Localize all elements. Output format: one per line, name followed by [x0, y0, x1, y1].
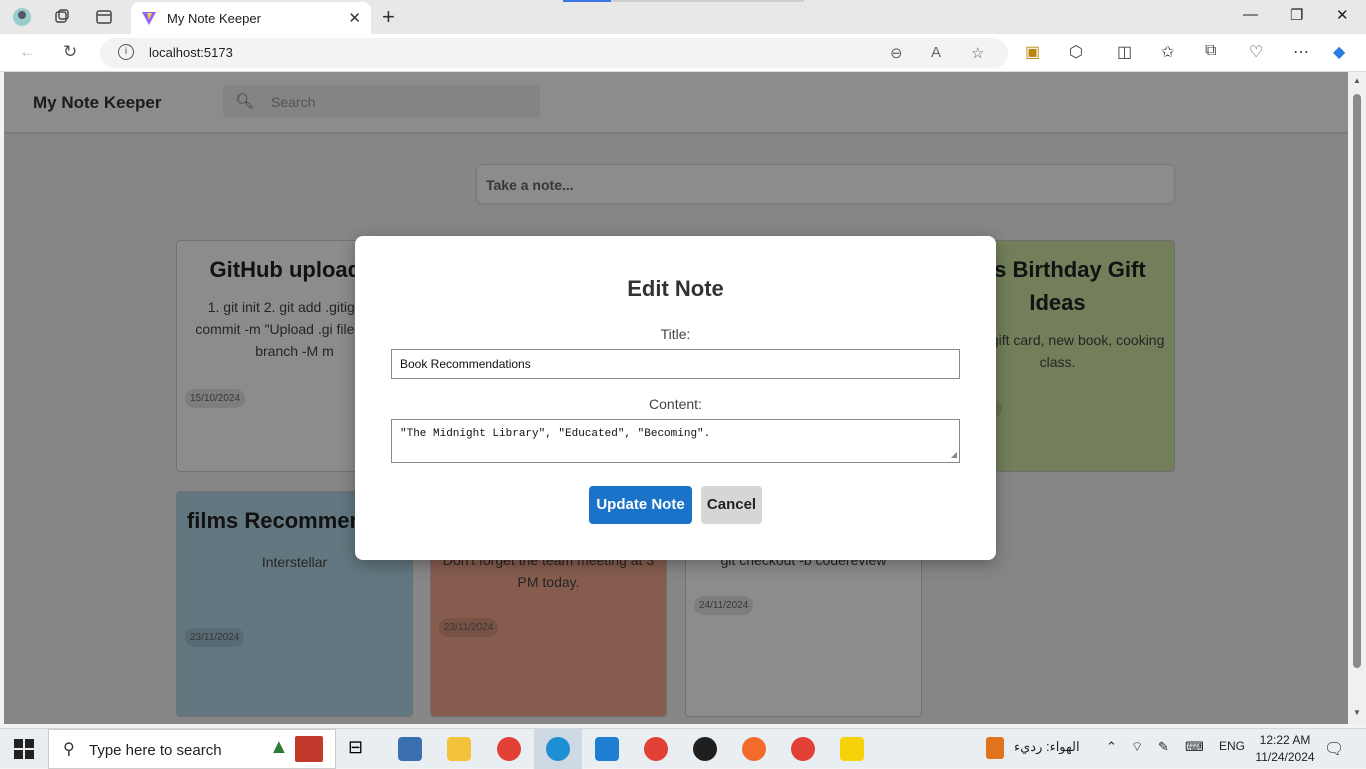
clipboard-icon[interactable]: ▣ [1025, 42, 1040, 62]
browser-titlebar: My Note Keeper ✕ + — ❐ ✕ [0, 0, 1366, 34]
start-windows-icon[interactable] [14, 739, 34, 759]
tab-actions-icon[interactable] [94, 7, 114, 27]
minimize-icon[interactable]: — [1243, 6, 1258, 23]
chrome-icon[interactable] [497, 737, 521, 761]
more-icon[interactable]: ⋯ [1293, 42, 1309, 62]
scroll-thumb[interactable] [1353, 94, 1361, 668]
workspaces-icon[interactable] [52, 7, 72, 27]
back-icon[interactable]: ← [19, 42, 36, 62]
language-indicator[interactable]: ENG [1219, 739, 1245, 753]
restore-icon[interactable]: ❐ [1290, 6, 1303, 24]
tab-close-icon[interactable]: ✕ [348, 9, 361, 27]
scroll-down-icon[interactable]: ▼ [1353, 708, 1361, 717]
modal-heading: Edit Note [627, 276, 724, 301]
tray-chevron-icon[interactable]: ⌃ [1106, 739, 1117, 755]
content-text: "The Midnight Library", "Educated", "Bec… [400, 428, 711, 440]
vscode-icon[interactable] [595, 737, 619, 761]
app-icon-1[interactable] [398, 737, 422, 761]
read-aloud-icon[interactable]: A [931, 44, 941, 61]
chrome-alt-icon[interactable] [791, 737, 815, 761]
browser-tab[interactable]: My Note Keeper ✕ [131, 2, 371, 34]
collections-icon[interactable]: ⧉ [1205, 42, 1216, 60]
windows-taskbar: ⚲ Type here to search ▲ ⊟ الهواء: رديء ⌃… [0, 728, 1366, 769]
weather-text[interactable]: الهواء: رديء [1014, 739, 1080, 755]
tab-title: My Note Keeper [167, 10, 261, 26]
new-tab-icon[interactable]: + [382, 4, 395, 30]
task-view-icon[interactable]: ⊟ [348, 737, 372, 761]
scroll-up-icon[interactable]: ▲ [1353, 76, 1361, 85]
mongodb-icon[interactable] [693, 737, 717, 761]
resize-grip-icon[interactable]: ◢ [951, 450, 957, 460]
performance-icon[interactable]: ♡ [1249, 42, 1263, 62]
copilot-icon[interactable]: ◆ [1333, 42, 1345, 62]
vite-favicon-icon [142, 12, 156, 25]
system-clock[interactable]: 12:22 AM 11/24/2024 [1250, 732, 1320, 766]
clock-time: 12:22 AM [1259, 733, 1311, 747]
site-info-icon[interactable]: i [118, 44, 134, 60]
notifications-icon[interactable]: 🗨︎ [1324, 739, 1344, 759]
clock-date: 11/24/2024 [1255, 750, 1315, 764]
tab-indicator-track [611, 0, 804, 2]
title-field[interactable]: Book Recommendations [391, 349, 960, 379]
close-window-icon[interactable]: ✕ [1336, 6, 1349, 24]
profile-avatar-icon[interactable] [12, 7, 32, 27]
page-scrollbar[interactable]: ▲ ▼ [1348, 72, 1366, 724]
favorite-star-icon[interactable]: ☆ [971, 44, 984, 62]
search-icon: ⚲ [63, 741, 75, 758]
title-label: Title: [660, 326, 691, 342]
favorites-icon[interactable]: ✩ [1161, 42, 1174, 62]
zoom-out-icon[interactable]: ⊖ [890, 44, 903, 62]
edit-note-modal: Edit Note Title: Book Recommendations Co… [355, 236, 996, 560]
split-screen-icon[interactable]: ◫ [1117, 42, 1132, 62]
weather-icon[interactable] [986, 737, 1004, 759]
edge-icon[interactable] [546, 737, 570, 761]
content-textarea[interactable]: "The Midnight Library", "Educated", "Bec… [391, 419, 960, 463]
browser-navbar: ← ↻ i localhost:5173 ⊖ A ☆ ▣ ⬡ ◫ ✩ ⧉ ♡ ⋯… [0, 34, 1366, 72]
extensions-icon[interactable]: ⬡ [1069, 42, 1083, 62]
page-viewport: My Note Keeper 🔍︎ Search Take a note... … [4, 72, 1348, 724]
address-bar[interactable]: i localhost:5173 ⊖ A ☆ [100, 38, 1008, 68]
pen-icon[interactable]: ✎ [1158, 739, 1169, 755]
file-explorer-icon[interactable] [447, 737, 471, 761]
refresh-icon[interactable]: ↻ [63, 42, 77, 62]
tab-indicator [563, 0, 611, 2]
update-note-button[interactable]: Update Note [589, 486, 692, 524]
url-text[interactable]: localhost:5173 [149, 45, 233, 60]
christmas-tree-icon: ▲ [269, 736, 289, 758]
postman-icon[interactable] [742, 737, 766, 761]
wifi-icon[interactable]: ⌔ [1131, 739, 1143, 755]
cancel-button[interactable]: Cancel [701, 486, 762, 524]
keyboard-icon[interactable]: ⌨ [1185, 739, 1204, 755]
taskbar-search-box[interactable]: ⚲ Type here to search ▲ [48, 729, 336, 769]
content-label: Content: [649, 396, 702, 412]
house-illustration-icon [295, 736, 323, 762]
sticky-notes-icon[interactable] [840, 737, 864, 761]
chrome-profile-icon[interactable] [644, 737, 668, 761]
taskbar-search-text: Type here to search [89, 742, 222, 759]
